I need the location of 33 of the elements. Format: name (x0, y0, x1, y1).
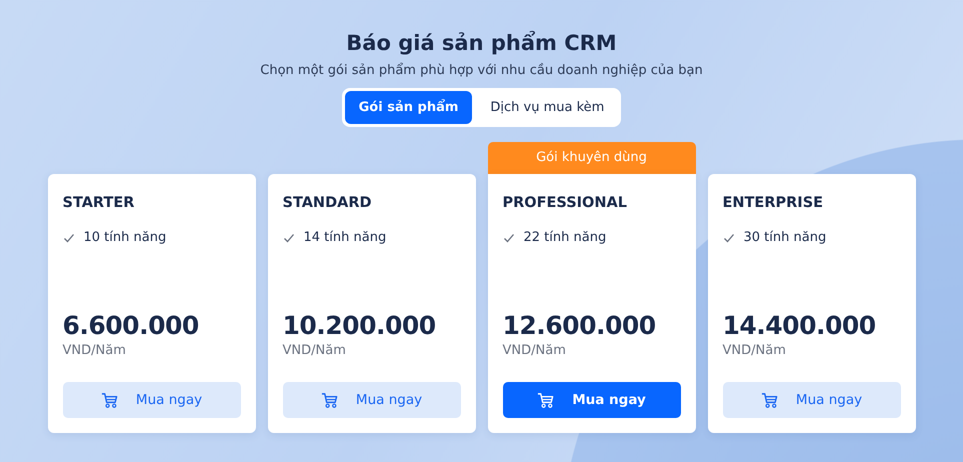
check-icon (722, 232, 734, 244)
cart-icon (760, 392, 778, 408)
buy-button[interactable]: Mua ngay (282, 382, 460, 418)
cart-icon (100, 392, 118, 408)
plan-price: 6.600.000 (62, 311, 200, 341)
plan-name: STARTER (62, 194, 136, 212)
page-title: Báo giá sản phẩm CRM (346, 30, 617, 57)
check-icon (282, 232, 294, 244)
cart-icon (320, 392, 338, 408)
feature-count: 22 tính năng (524, 230, 606, 245)
buy-button[interactable]: Mua ngay (62, 382, 240, 418)
tab[interactable]: Gói sản phẩm (344, 91, 472, 124)
price-unit: VND/Năm (282, 343, 347, 358)
plan-name: ENTERPRISE (722, 194, 824, 212)
plan-name: PROFESSIONAL (502, 194, 628, 212)
tab[interactable]: Dịch vụ mua kèm (476, 91, 618, 124)
plan-price: 14.400.000 (722, 311, 877, 341)
feature-count: 14 tính năng (304, 230, 386, 245)
check-icon (62, 232, 74, 244)
recommended-badge: Gói khuyên dùng (488, 142, 696, 174)
price-unit: VND/Năm (62, 343, 127, 358)
cart-icon (537, 392, 554, 408)
page-subtitle: Chọn một gói sản phẩm phù hợp với nhu cầu doanh nghiệp của bạn (260, 62, 703, 80)
plan-name: STANDARD (282, 194, 373, 212)
plan-price: 10.200.000 (282, 311, 437, 341)
price-unit: VND/Năm (722, 343, 787, 358)
check-icon (502, 232, 514, 244)
feature-count: 10 tính năng (84, 230, 166, 245)
plan-price: 12.600.000 (502, 311, 657, 341)
feature-count: 30 tính năng (744, 230, 826, 245)
buy-button[interactable]: Mua ngay (722, 382, 900, 418)
price-unit: VND/Năm (502, 343, 567, 358)
buy-button[interactable]: Mua ngay (502, 382, 680, 418)
